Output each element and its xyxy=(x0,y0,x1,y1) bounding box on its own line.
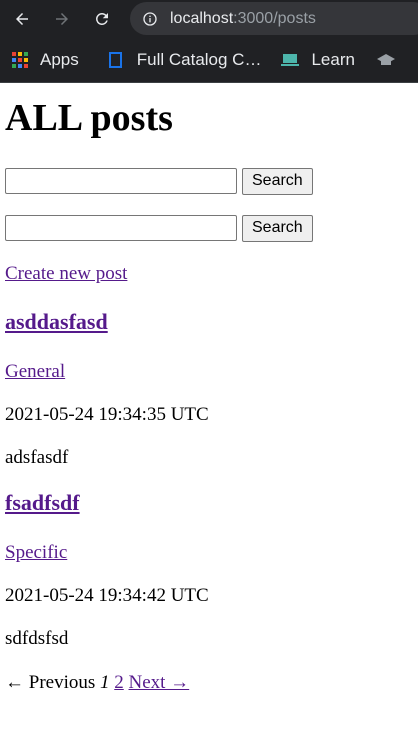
address-bar[interactable]: localhost:3000/posts xyxy=(130,2,418,35)
search-button[interactable]: Search xyxy=(242,167,313,195)
bookmark-learn[interactable]: Learn xyxy=(281,50,355,70)
browser-toolbar: localhost:3000/posts xyxy=(0,0,418,38)
page-title: ALL posts xyxy=(5,97,173,139)
pagination-next[interactable]: Next → xyxy=(129,672,190,693)
pagination-page-2[interactable]: 2 xyxy=(114,672,124,693)
laptop-icon xyxy=(281,54,300,66)
back-button[interactable] xyxy=(8,5,36,33)
url-text: localhost:3000/posts xyxy=(170,10,316,28)
post-timestamp: 2021-05-24 19:34:35 UTC xyxy=(5,404,209,425)
bookmarks-bar: Apps Full Catalog C… Learn xyxy=(0,38,418,83)
pagination-current-page: 1 xyxy=(100,672,110,693)
info-icon[interactable] xyxy=(142,11,158,27)
apps-grid-icon xyxy=(12,52,28,68)
bookmark-more[interactable] xyxy=(376,51,407,69)
url-path: :3000/posts xyxy=(233,9,316,27)
arrow-right-icon xyxy=(56,13,68,25)
graduation-cap-icon xyxy=(376,54,395,65)
reload-icon xyxy=(95,12,108,25)
search-button[interactable]: Search xyxy=(242,214,313,242)
post-category-link[interactable]: General xyxy=(5,361,65,382)
post-item: asddasfasd General 2021-05-24 19:34:35 U… xyxy=(5,309,413,469)
post-body: adsfasdf xyxy=(5,447,69,468)
bookmark-full-catalog[interactable]: Full Catalog C… xyxy=(107,50,262,70)
arrow-left-icon xyxy=(16,13,28,25)
search-form: Search xyxy=(5,167,413,195)
pagination: ← Previous 1 2 Next → xyxy=(5,672,413,694)
post-title-link[interactable]: fsadfsdf xyxy=(5,490,80,515)
post-item: fsadfsdf Specific 2021-05-24 19:34:42 UT… xyxy=(5,490,413,650)
bookmark-label: Learn xyxy=(311,50,355,69)
page-content: ALL posts Search Search Create new post … xyxy=(0,95,418,694)
create-post-link[interactable]: Create new post xyxy=(5,263,413,285)
bookmark-apps[interactable]: Apps xyxy=(12,50,79,70)
post-body: sdfdsfsd xyxy=(5,628,69,649)
search-form: Search xyxy=(5,214,413,242)
search-input[interactable] xyxy=(5,168,237,194)
post-title-link[interactable]: asddasfasd xyxy=(5,309,108,334)
bookmark-label: Full Catalog C… xyxy=(136,50,262,69)
bookmark-label: Apps xyxy=(40,50,79,69)
post-timestamp: 2021-05-24 19:34:42 UTC xyxy=(5,585,209,606)
url-host: localhost xyxy=(170,9,234,27)
browser-chrome: localhost:3000/posts Apps Full Catalog C… xyxy=(0,0,418,83)
post-category-link[interactable]: Specific xyxy=(5,542,67,563)
bookmark-page-icon xyxy=(108,52,122,68)
search-input[interactable] xyxy=(5,215,237,241)
reload-button[interactable] xyxy=(88,5,116,33)
forward-button[interactable] xyxy=(48,5,76,33)
pagination-previous: ← Previous xyxy=(5,672,96,693)
